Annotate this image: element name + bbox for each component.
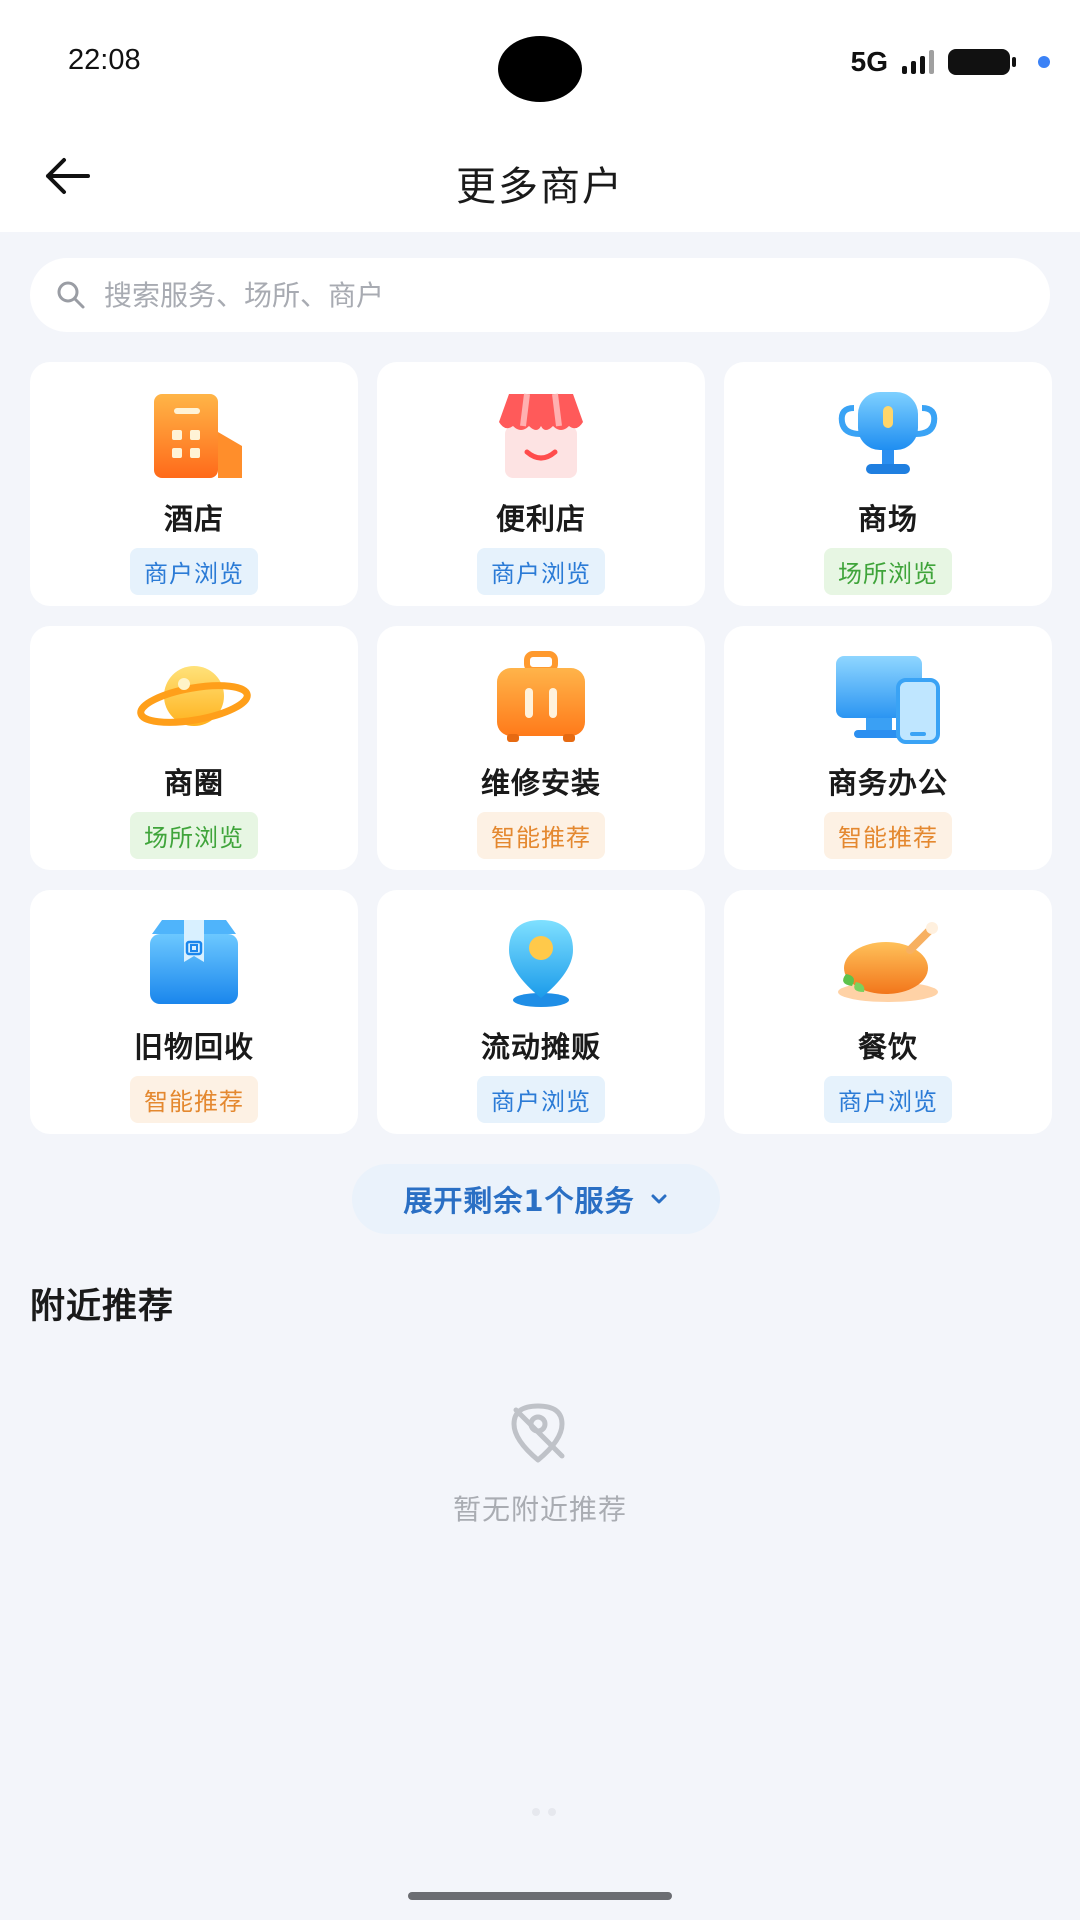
location-off-icon xyxy=(511,1403,565,1463)
category-card-repair-install[interactable]: 维修安装 智能推荐 xyxy=(377,626,705,870)
front-camera xyxy=(498,36,582,102)
category-tag: 商户浏览 xyxy=(477,1076,605,1123)
nav-bar: 更多商户 xyxy=(0,120,1080,232)
search-bar[interactable] xyxy=(30,258,1050,332)
convenience-store-icon xyxy=(499,393,583,478)
expand-services-button[interactable]: 展开剩余1个服务 xyxy=(352,1164,720,1234)
category-tag: 商户浏览 xyxy=(130,548,258,595)
category-label: 商场 xyxy=(857,502,918,536)
category-label: 商务办公 xyxy=(827,766,948,800)
category-label: 流动摊贩 xyxy=(480,1030,601,1064)
battery-icon xyxy=(948,49,1016,75)
expand-label: 展开剩余1个服务 xyxy=(403,1184,635,1218)
trophy-mall-icon xyxy=(838,392,938,474)
search-icon xyxy=(57,281,85,309)
category-label: 酒店 xyxy=(163,502,224,536)
category-label: 餐饮 xyxy=(857,1030,918,1064)
status-indicators: 5G xyxy=(851,46,1050,78)
status-time: 22:08 xyxy=(68,44,141,76)
search-input[interactable] xyxy=(104,278,1004,312)
computer-phone-icon xyxy=(836,656,940,744)
page-title: 更多商户 xyxy=(456,164,624,210)
location-pin-icon xyxy=(509,920,573,1007)
category-label: 便利店 xyxy=(495,502,586,536)
category-card-hotel[interactable]: 酒店 商户浏览 xyxy=(30,362,358,606)
hotel-building-icon xyxy=(154,394,242,478)
planet-icon xyxy=(137,666,251,726)
page-indicator xyxy=(532,1808,556,1816)
category-grid: 酒店 商户浏览 便利店 商户浏览 商场 场所浏览 商圈 场所浏览 维修安装 智能… xyxy=(30,362,1052,1134)
category-label: 维修安装 xyxy=(480,766,601,800)
category-tag: 智能推荐 xyxy=(824,812,952,859)
category-card-recycling[interactable]: 旧物回收 智能推荐 xyxy=(30,890,358,1134)
network-label: 5G xyxy=(850,46,888,77)
chevron-down-icon xyxy=(651,1194,667,1204)
category-label: 旧物回收 xyxy=(133,1030,254,1064)
signal-icon xyxy=(902,50,934,74)
roast-chicken-icon xyxy=(838,922,938,1002)
category-card-mall[interactable]: 商场 场所浏览 xyxy=(724,362,1052,606)
category-tag: 商户浏览 xyxy=(824,1076,952,1123)
home-indicator[interactable] xyxy=(408,1892,672,1900)
category-tag: 智能推荐 xyxy=(130,1076,258,1123)
category-tag: 商户浏览 xyxy=(477,548,605,595)
category-label: 商圈 xyxy=(163,766,224,800)
category-tag: 智能推荐 xyxy=(477,812,605,859)
empty-state-text: 暂无附近推荐 xyxy=(452,1493,627,1526)
recycle-box-icon xyxy=(150,920,238,1004)
category-tag: 场所浏览 xyxy=(130,812,258,859)
category-card-mobile-vendor[interactable]: 流动摊贩 商户浏览 xyxy=(377,890,705,1134)
status-bar: 22:08 5G xyxy=(0,0,1080,120)
category-card-catering[interactable]: 餐饮 商户浏览 xyxy=(724,890,1052,1134)
category-tag: 场所浏览 xyxy=(824,548,952,595)
category-card-business-district[interactable]: 商圈 场所浏览 xyxy=(30,626,358,870)
toolbox-icon xyxy=(497,651,585,742)
notification-dot xyxy=(1038,56,1050,68)
category-card-convenience-store[interactable]: 便利店 商户浏览 xyxy=(377,362,705,606)
category-card-business-office[interactable]: 商务办公 智能推荐 xyxy=(724,626,1052,870)
nearby-section-title: 附近推荐 xyxy=(30,1287,175,1327)
